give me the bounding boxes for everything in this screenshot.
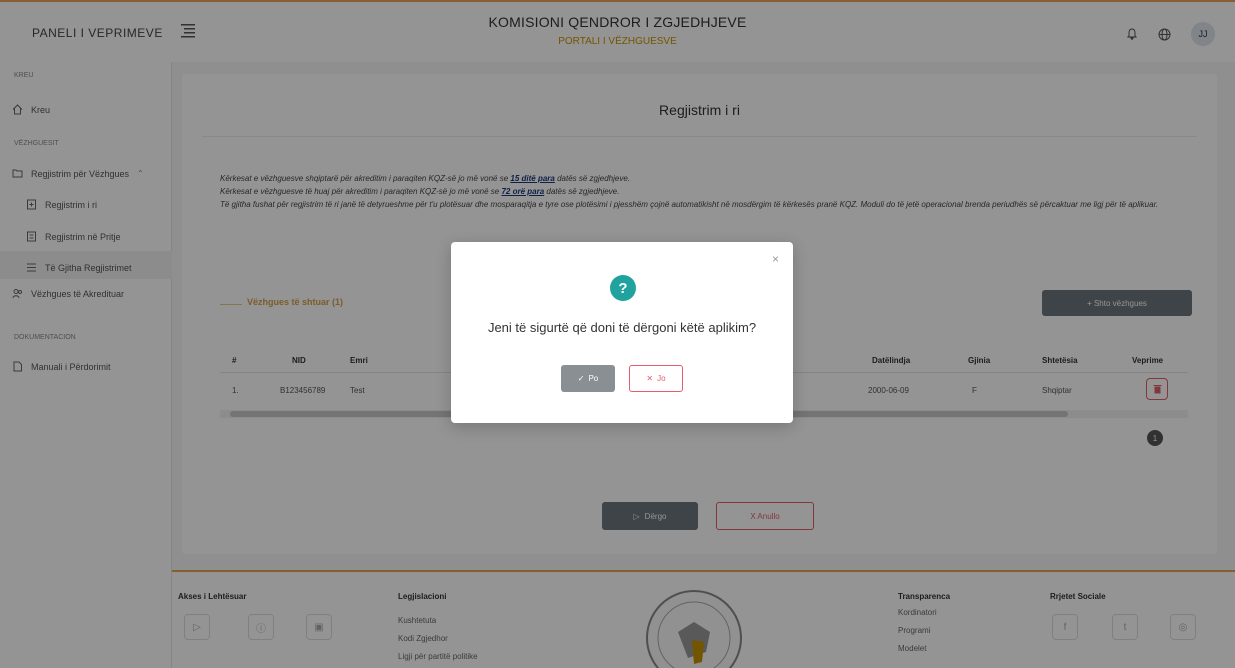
confirm-dialog: × ? Jeni të sigurtë që doni të dërgoni k… <box>451 242 793 423</box>
confirm-yes-button[interactable]: ✓ Po <box>561 365 615 392</box>
x-icon: ✕ <box>646 374 654 383</box>
confirm-question: Jeni të sigurtë që doni të dërgoni këtë … <box>487 320 757 335</box>
question-icon: ? <box>610 275 636 301</box>
check-icon: ✓ <box>577 374 585 383</box>
yes-label: Po <box>588 374 599 383</box>
close-icon[interactable]: × <box>772 252 779 266</box>
no-label: Jo <box>657 374 666 383</box>
confirm-no-button[interactable]: ✕ Jo <box>629 365 683 392</box>
